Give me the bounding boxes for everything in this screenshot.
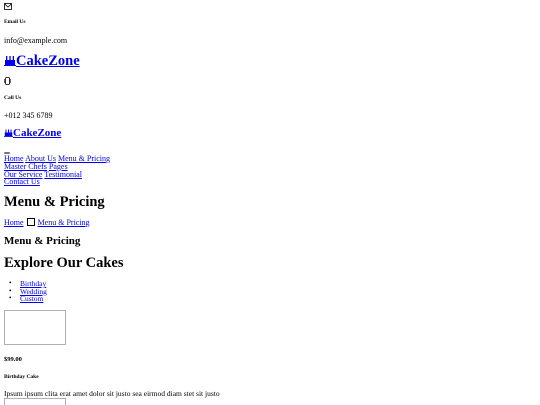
cake-description: Ipsum ipsum clita erat amet dolor sit ju… (4, 389, 220, 398)
tab-custom-item: Custom (9, 294, 47, 303)
breadcrumb-home[interactable]: Home (4, 218, 24, 227)
birthday-cake-icon (4, 56, 16, 66)
email-value: info@example.com (4, 36, 68, 45)
nav-item-contact-us[interactable]: Contact Us (4, 177, 40, 186)
phone-icon (4, 77, 11, 85)
call-value: +012 345 6789 (4, 111, 53, 120)
page: Email Us info@example.com CakeZone Call … (0, 0, 540, 405)
cake-name: Birthday Cake (4, 374, 39, 380)
call-label: Call Us (4, 95, 22, 101)
section-title: Explore Our Cakes (4, 255, 124, 271)
section-subtitle: Menu & Pricing (4, 235, 81, 247)
brand-logo-link[interactable]: CakeZone (4, 53, 80, 70)
brand-name: CakeZone (13, 127, 62, 139)
square-separator-icon (26, 218, 35, 226)
email-label: Email Us (4, 19, 26, 25)
brand-name: CakeZone (16, 53, 80, 69)
birthday-cake-icon (4, 129, 13, 137)
breadcrumb-current[interactable]: Menu & Pricing (38, 218, 90, 227)
cake-price: $99.00 (4, 356, 22, 363)
navbar-brand-link[interactable]: CakeZone (4, 127, 61, 140)
cake-image-next (4, 398, 66, 405)
cake-category-tabs: Birthday Wedding Custom (9, 280, 47, 303)
envelope-icon (4, 3, 12, 10)
main-nav: Home About Us Menu & Pricing Master Chef… (4, 155, 149, 186)
cake-image (4, 310, 66, 345)
tab-custom[interactable]: Custom (20, 294, 43, 303)
page-title: Menu & Pricing (4, 194, 105, 210)
breadcrumb: Home Menu & Pricing (4, 218, 90, 228)
nav-item-testimonial[interactable]: Testimonial (44, 170, 82, 179)
